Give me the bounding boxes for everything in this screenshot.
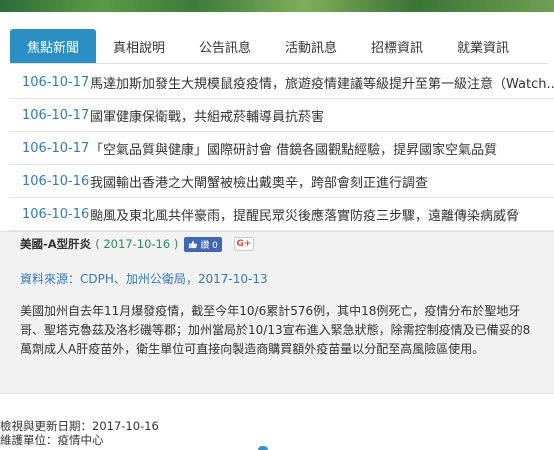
detail-body: 美國加州自去年11月爆發疫情，截至今年10/6累計576例，其中18例死亡，疫情… — [20, 304, 531, 356]
tab-focus-news[interactable]: 焦點新聞 — [10, 29, 96, 63]
tab-employment[interactable]: 就業資訊 — [440, 29, 526, 63]
detail-title: 美國-A型肝炎 — [20, 237, 92, 251]
detail-date: ( 2017-10-16 ) — [95, 237, 179, 251]
news-title-link[interactable]: 颱風及東北風共伴豪雨，提醒民眾災後應落實防疫三步驟，遠離傳染病威脅 — [90, 205, 519, 224]
news-item[interactable]: 106-10-16 颱風及東北風共伴豪雨，提醒民眾災後應落實防疫三步驟，遠離傳染… — [10, 198, 554, 231]
thumbs-up-icon — [189, 240, 198, 248]
news-item[interactable]: 106-10-17 「空氣品質與健康」國際研討會 借鏡各國觀點經驗，提昇國家空氣… — [10, 132, 554, 165]
news-title-link[interactable]: 「空氣品質與健康」國際研討會 借鏡各國觀點經驗，提昇國家空氣品質 — [90, 139, 497, 158]
news-date: 106-10-17 — [22, 107, 90, 123]
news-date: 106-10-17 — [22, 140, 90, 156]
news-item[interactable]: 106-10-17 馬達加斯加發生大規模鼠疫疫情，旅遊疫情建議等級提升至第一級注… — [10, 66, 554, 99]
news-item[interactable]: 106-10-17 國軍健康保衛戰，共組戒菸輔導員抗菸害 — [10, 99, 554, 132]
news-tabs: 焦點新聞 真相說明 公告訊息 活動訊息 招標資訊 就業資訊 — [10, 29, 548, 64]
tab-truth-explanation[interactable]: 真相說明 — [96, 29, 182, 63]
tab-tenders[interactable]: 招標資訊 — [354, 29, 440, 63]
like-count: 讚 0 — [200, 240, 218, 251]
facebook-like-button[interactable]: 讚 0 — [184, 236, 222, 252]
top-banner-image — [0, 0, 554, 12]
news-list: 106-10-17 馬達加斯加發生大規模鼠疫疫情，旅遊疫情建議等級提升至第一級注… — [10, 66, 554, 231]
scroll-indicator[interactable] — [258, 446, 268, 450]
news-title-link[interactable]: 馬達加斯加發生大規模鼠疫疫情，旅遊疫情建議等級提升至第一級注意（Watch... — [90, 73, 554, 92]
detail-source: 資料來源：CDPH、加州公衛局，2017-10-13 — [20, 272, 268, 286]
news-date: 106-10-16 — [22, 206, 90, 222]
news-item[interactable]: 106-10-16 我國輸出香港之大閘蟹被檢出戴奧辛，跨部會刻正進行調查 — [10, 165, 554, 198]
news-detail-panel: 美國-A型肝炎 ( 2017-10-16 ) 讚 0 G+ 資料來源：CDPH、… — [0, 231, 554, 394]
google-plus-button[interactable]: G+ — [233, 237, 254, 251]
news-title-link[interactable]: 國軍健康保衛戰，共組戒菸輔導員抗菸害 — [90, 106, 324, 125]
tab-announcements[interactable]: 公告訊息 — [182, 29, 268, 63]
tab-events[interactable]: 活動訊息 — [268, 29, 354, 63]
detail-header: 美國-A型肝炎 ( 2017-10-16 ) 讚 0 G+ — [20, 236, 254, 252]
maintainer: 維護單位：疫情中心 — [0, 433, 104, 447]
news-date: 106-10-17 — [22, 74, 90, 90]
news-date: 106-10-16 — [22, 173, 90, 189]
news-title-link[interactable]: 我國輸出香港之大閘蟹被檢出戴奧辛，跨部會刻正進行調查 — [90, 172, 428, 191]
